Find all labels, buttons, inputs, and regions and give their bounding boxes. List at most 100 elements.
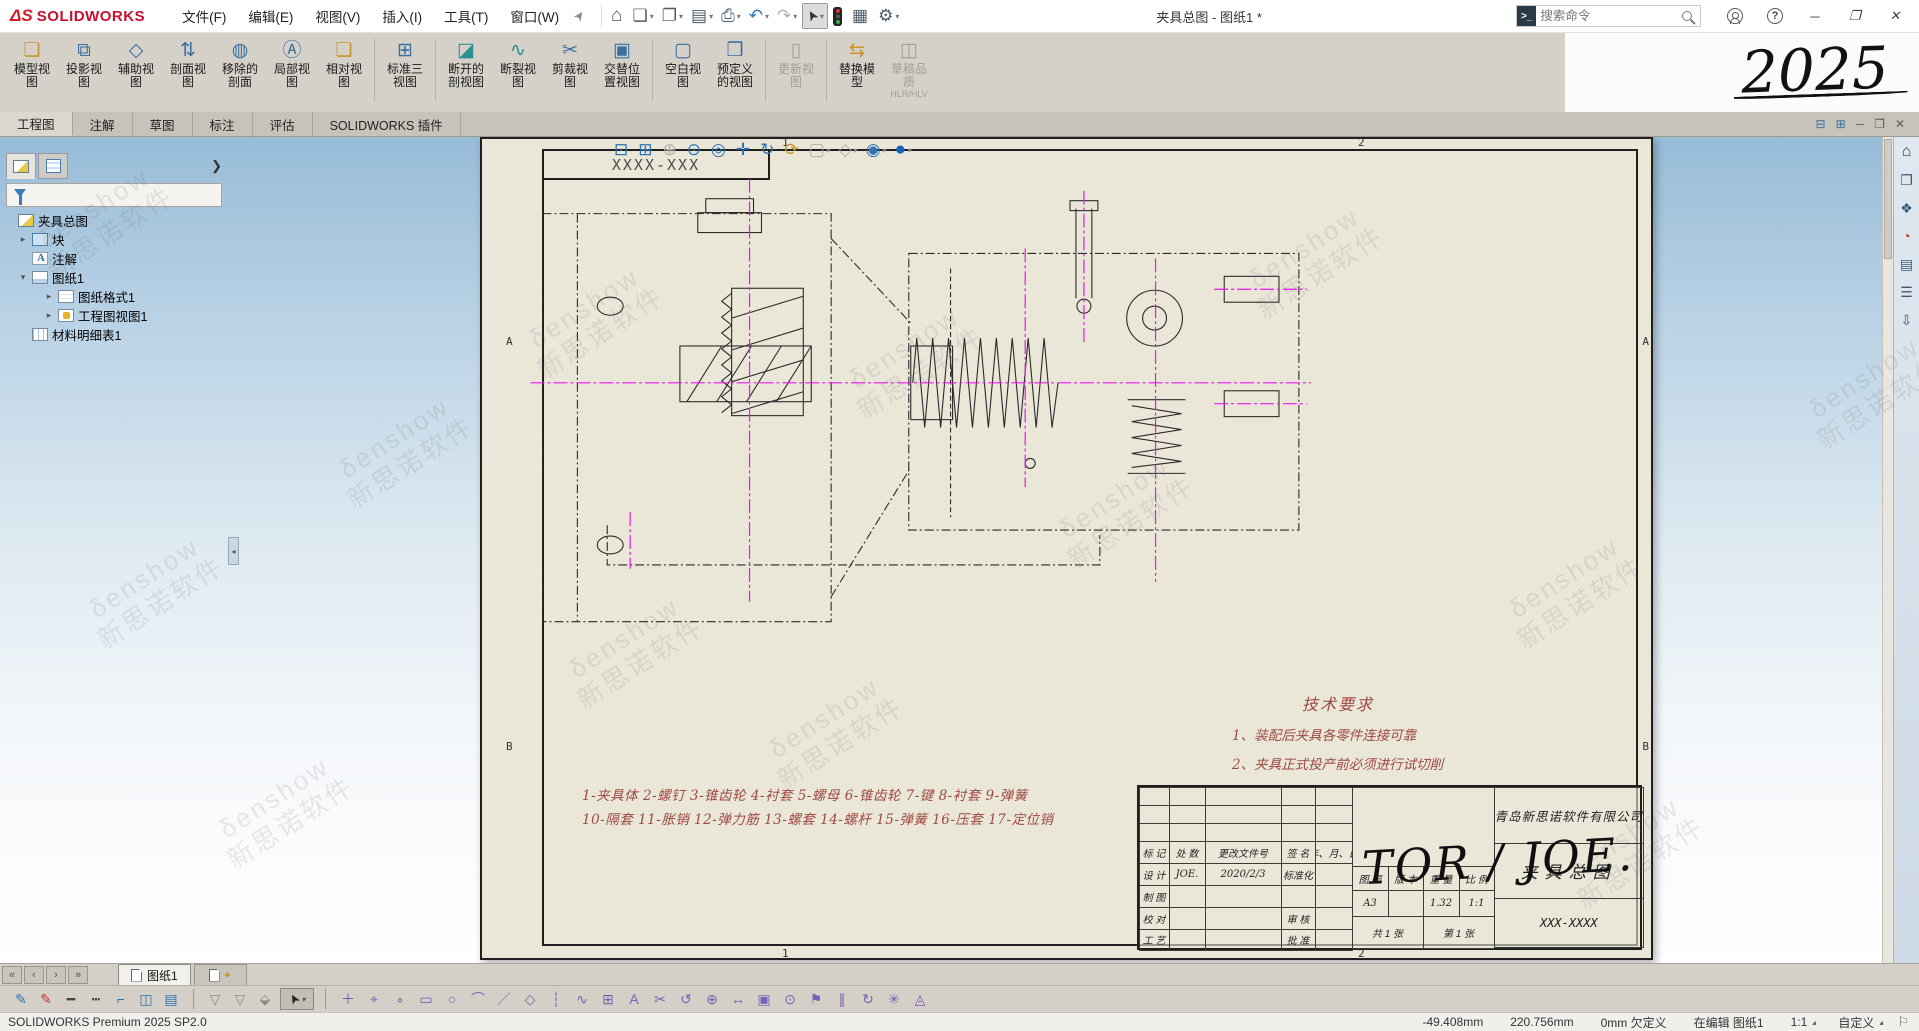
snap-icon[interactable]: ⌖	[363, 988, 385, 1010]
snap-icon[interactable]: ▭	[415, 988, 437, 1010]
status-item[interactable]: 1:1▴	[1791, 1015, 1817, 1029]
tab-sketch[interactable]: 草图	[133, 112, 193, 136]
minimize-button[interactable]: ─	[1795, 2, 1835, 30]
expand-arrow-icon[interactable]: ▾	[18, 272, 28, 283]
help-icon[interactable]: ?	[1755, 2, 1795, 30]
close-child-button[interactable]: ✕	[1895, 117, 1905, 131]
removed-section-button[interactable]: ◍ 移除的剖面	[214, 37, 266, 91]
menu-item[interactable]: 窗口(W)	[499, 1, 570, 31]
minimize-child-button[interactable]: ─	[1856, 117, 1865, 131]
snap-icon[interactable]: ⊞	[597, 988, 619, 1010]
last-sheet-button[interactable]: »	[68, 966, 88, 984]
tab-dimension[interactable]: 标注	[193, 112, 253, 136]
account-icon[interactable]	[1715, 2, 1755, 30]
add-sheet-button[interactable]: ✦	[194, 964, 247, 985]
search-input[interactable]	[1536, 9, 1682, 23]
snap-icon[interactable]: ＋	[337, 988, 359, 1010]
tree-item-annotations[interactable]: 注解	[4, 249, 232, 268]
status-item[interactable]: 220.756mm	[1510, 1015, 1578, 1029]
tab-annotation[interactable]: 注解	[73, 112, 133, 136]
drawing-sheet[interactable]: A B A B 1 2 1 2 XXXX-XXX	[480, 137, 1653, 960]
tree-item-sheet1[interactable]: ▾ 图纸1	[4, 268, 232, 287]
panel-collapse-handle[interactable]: ◂	[228, 537, 239, 565]
feature-tree-tab[interactable]	[6, 153, 36, 179]
snap-icon[interactable]: ∥	[831, 988, 853, 1010]
menu-item[interactable]: 视图(V)	[304, 1, 371, 31]
sheet-tab[interactable]: 图纸1	[118, 964, 191, 985]
view-orientation-icon[interactable]: ▢▾	[809, 140, 830, 160]
view-settings-icon[interactable]: ●▾	[895, 139, 912, 161]
zoom-area-icon[interactable]: ⊞	[638, 140, 653, 160]
pan-icon[interactable]: ✛	[736, 140, 751, 160]
replace-model-button[interactable]: ⇆ 替换模型	[831, 37, 883, 91]
file-explorer-icon[interactable]: ❐	[1896, 169, 1918, 191]
predefined-view-button[interactable]: ❒ 预定义的视图	[709, 37, 761, 91]
alternate-position-view-button[interactable]: ▣ 交替位置视图	[596, 37, 648, 91]
tab-solidworks-addins[interactable]: SOLIDWORKS 插件	[313, 112, 461, 136]
snap-icon[interactable]: ◇	[519, 988, 541, 1010]
expand-arrow-icon[interactable]: ▸	[44, 291, 54, 302]
draft-quality-button[interactable]: ◫ 草稿品质 HLR/HLV	[883, 37, 935, 101]
tree-item-bom1[interactable]: 材料明细表1	[4, 325, 232, 344]
snap-icon[interactable]: ✂	[649, 988, 671, 1010]
snap-icon[interactable]: ∿	[571, 988, 593, 1010]
tree-item-sheet-format1[interactable]: ▸ 图纸格式1	[4, 287, 232, 306]
property-manager-tab[interactable]	[38, 153, 68, 179]
close-button[interactable]: ✕	[1875, 2, 1915, 30]
menu-item[interactable]: 编辑(E)	[237, 1, 304, 31]
scrollbar-thumb[interactable]	[1884, 139, 1892, 259]
display-style-icon[interactable]: ◇▾	[839, 140, 857, 160]
empty-view-button[interactable]: ▢ 空白视图	[657, 37, 709, 91]
save-icon[interactable]: ▤▾	[688, 4, 716, 28]
options-gear-icon[interactable]: ⚙▾	[875, 4, 902, 28]
status-item[interactable]: 在编辑 图纸1	[1694, 1014, 1769, 1031]
layer-properties-icon[interactable]: ▤	[160, 988, 182, 1010]
menu-item[interactable]: 插入(I)	[371, 1, 433, 31]
first-sheet-button[interactable]: «	[2, 966, 22, 984]
filter-faces-icon[interactable]: ⬙	[255, 988, 277, 1010]
tile-icon[interactable]: ⊟	[1816, 117, 1826, 131]
expand-arrow-icon[interactable]: ▸	[44, 310, 54, 321]
restore-child-button[interactable]: ❐	[1874, 117, 1885, 131]
home-icon[interactable]: ⌂	[608, 4, 627, 28]
model-view-button[interactable]: ❏ 模型视图	[6, 37, 58, 91]
detail-view-button[interactable]: Ⓐ 局部视图	[266, 37, 318, 91]
ribbon-button[interactable]	[652, 39, 653, 101]
snap-icon[interactable]: ↻	[857, 988, 879, 1010]
menu-item[interactable]: 工具(T)	[433, 1, 499, 31]
restore-button[interactable]: ❐	[1835, 2, 1875, 30]
custom-properties-icon[interactable]: ☰	[1896, 281, 1918, 303]
standard-3-view-button[interactable]: ⊞ 标准三视图	[379, 37, 431, 91]
section-view-button[interactable]: ⇅ 剖面视图	[162, 37, 214, 91]
prev-sheet-button[interactable]: ‹	[24, 966, 44, 984]
auxiliary-view-button[interactable]: ◇ 辅助视图	[110, 37, 162, 91]
broken-out-section-button[interactable]: ◪ 断开的剖视图	[440, 37, 492, 91]
pack-and-go-icon[interactable]: ⇩	[1896, 309, 1918, 331]
next-sheet-button[interactable]: ›	[46, 966, 66, 984]
redo-icon[interactable]: ↷▾	[774, 4, 800, 28]
open-file-icon[interactable]: ❐▾	[659, 4, 686, 28]
zoom-fit-icon[interactable]: ⊡	[614, 140, 629, 160]
vertical-scrollbar[interactable]	[1882, 137, 1893, 963]
snap-icon[interactable]: ↺	[675, 988, 697, 1010]
cascade-icon[interactable]: ⊞	[1836, 117, 1846, 131]
snap-icon[interactable]: ✳	[883, 988, 905, 1010]
appearances-icon[interactable]: ◔	[1896, 225, 1918, 247]
zoom-selection-icon[interactable]: ⊙	[687, 140, 702, 160]
snap-icon[interactable]: ↔	[727, 988, 749, 1010]
menu-item[interactable]: 文件(F)	[171, 1, 237, 31]
print-icon[interactable]: ⎙▾	[718, 4, 744, 28]
relative-view-button[interactable]: ❏ 相对视图	[318, 37, 370, 91]
rotate-view-icon[interactable]: ↻	[760, 140, 775, 160]
redraw-sheet-icon[interactable]: ⟳	[784, 140, 799, 160]
rebuild-traffic-light-icon[interactable]	[830, 4, 847, 29]
expand-arrow-icon[interactable]: ▸	[18, 234, 28, 245]
tree-filter-bar[interactable]	[6, 183, 222, 207]
panel-expand-icon[interactable]: ❯	[211, 158, 222, 174]
file-properties-icon[interactable]: ▦	[849, 4, 873, 28]
hide-show-edges-icon[interactable]: ⌐	[110, 988, 132, 1010]
ribbon-button[interactable]	[374, 39, 375, 101]
undo-icon[interactable]: ↶▾	[746, 4, 772, 28]
design-binder-icon[interactable]: ✎	[10, 988, 32, 1010]
snap-icon[interactable]: ○	[441, 988, 463, 1010]
